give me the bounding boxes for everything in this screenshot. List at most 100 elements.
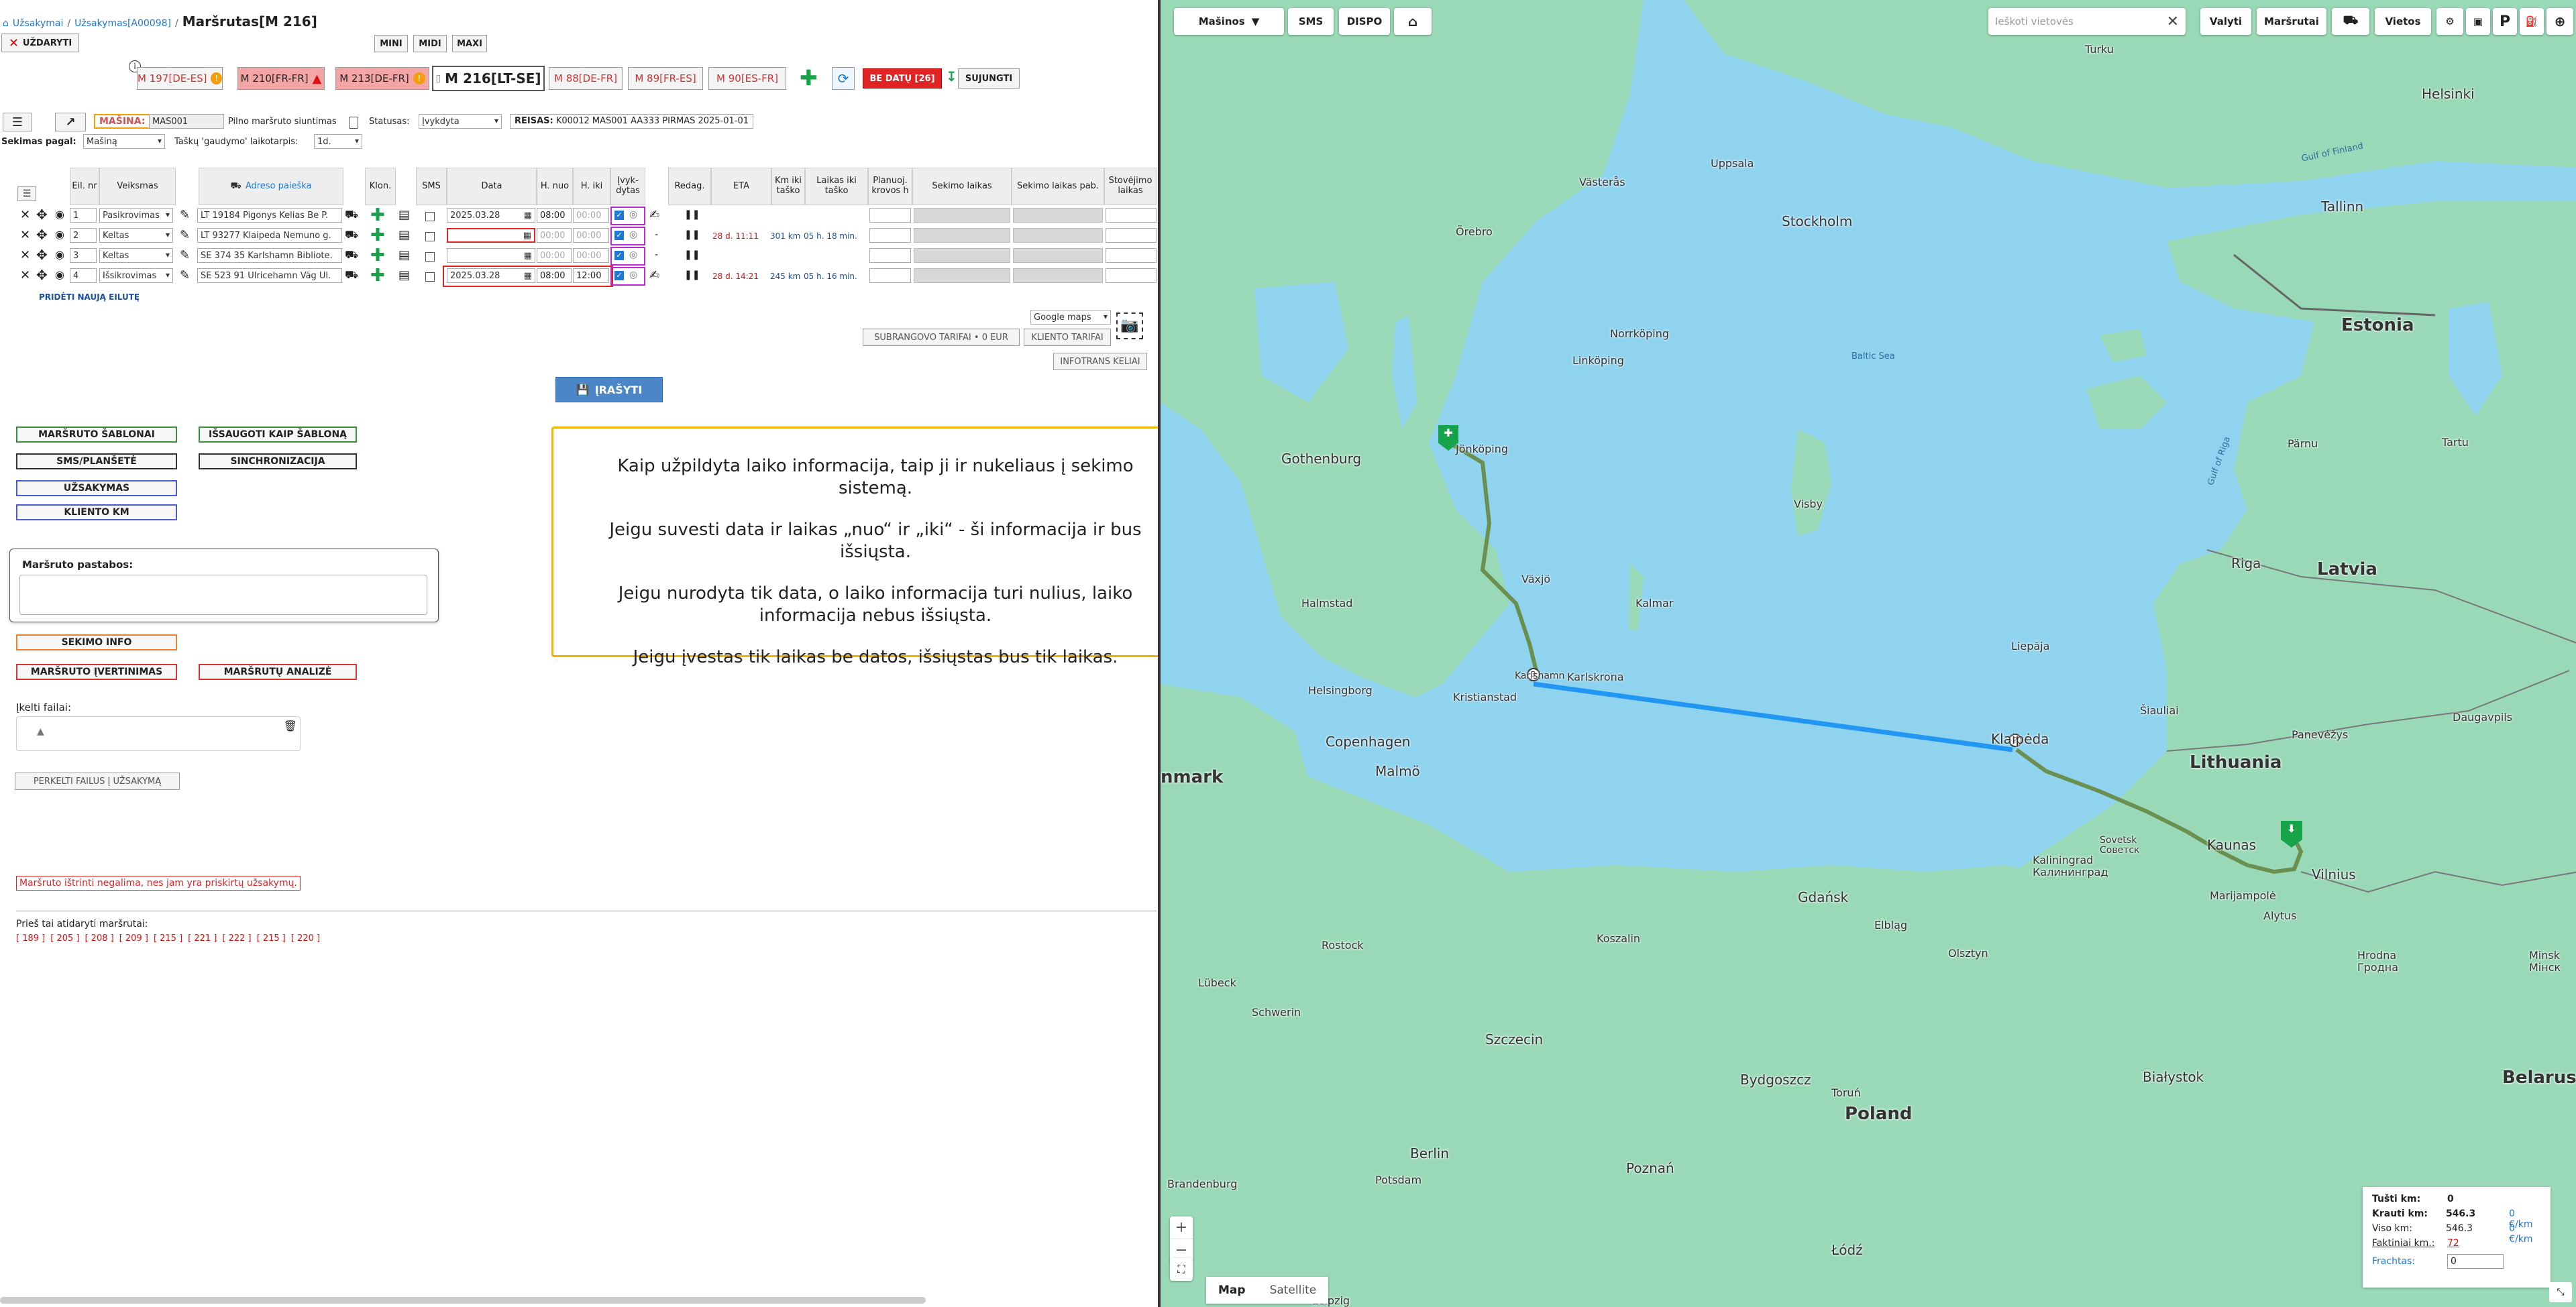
tracking-select[interactable]: Mašiną	[83, 134, 165, 149]
stat-value[interactable]: 72	[2447, 1238, 2459, 1253]
screenshot-icon[interactable]: 📷	[1116, 312, 1143, 339]
sms-checkbox[interactable]	[425, 252, 435, 262]
clone-plus-icon[interactable]: ✚	[370, 207, 385, 224]
map-routes-button[interactable]: Maršrutai	[2257, 8, 2326, 35]
add-route-icon[interactable]: ✚	[800, 67, 818, 89]
prev-route-link[interactable]: [ 222 ]	[222, 933, 251, 944]
note-icon[interactable]: ✍	[649, 268, 659, 282]
route-tab-5[interactable]: M 89[FR-ES]	[628, 67, 703, 90]
row-from[interactable]: 00:00	[537, 228, 572, 243]
sms-checkbox[interactable]	[425, 212, 435, 221]
move-files-button[interactable]: PERKELTI FAILUS Į UŽSAKYMĄ	[15, 773, 180, 790]
zoom-in-button[interactable]: +	[1170, 1216, 1193, 1239]
clipboard-icon[interactable]: ▤	[398, 208, 410, 222]
pause-icon[interactable]: ❚❚	[684, 249, 700, 260]
row-nr[interactable]: 4	[70, 268, 97, 283]
pause-icon[interactable]: ❚❚	[684, 209, 700, 220]
row-stop[interactable]	[1106, 228, 1157, 243]
clone-plus-icon[interactable]: ✚	[370, 267, 385, 284]
prev-route-link[interactable]: [ 221 ]	[188, 933, 217, 944]
map-places-button[interactable]: Vietos	[2375, 8, 2431, 35]
home-icon[interactable]: ⌂	[3, 18, 9, 29]
midi-button[interactable]: MIDI	[413, 35, 447, 52]
map-clear-button[interactable]: Valyti	[2200, 8, 2251, 35]
calendar-icon[interactable]: ▦	[524, 271, 532, 281]
clone-plus-icon[interactable]: ✚	[370, 227, 385, 244]
truck-icon[interactable]: ⛟	[345, 248, 358, 262]
row-date[interactable]: 2025.03.28 ▦	[447, 268, 535, 283]
row-stop[interactable]	[1106, 208, 1157, 223]
eye-icon[interactable]: ◎	[629, 229, 637, 240]
row-date[interactable]: ▦	[447, 248, 535, 263]
prev-route-link[interactable]: [ 209 ]	[119, 933, 148, 944]
route-tab-current[interactable]: ▯ M 216[LT-SE]	[432, 66, 545, 91]
move-row-icon[interactable]: ✥	[36, 267, 48, 283]
row-date[interactable]: ▦	[447, 228, 535, 243]
map-truck-button[interactable]: ⛟	[2332, 8, 2369, 35]
row-to[interactable]: 00:00	[573, 248, 609, 263]
fullscreen-button[interactable]: ⛶	[1170, 1258, 1193, 1281]
route-tab-0[interactable]: M 197[DE-ES] !	[137, 67, 223, 90]
map-search-input[interactable]: Ieškoti vietovės ✕	[1988, 8, 2186, 35]
freight-input[interactable]: 0	[2447, 1254, 2504, 1269]
view-icon[interactable]: ◉	[55, 208, 64, 221]
clear-search-icon[interactable]: ✕	[2167, 13, 2179, 30]
prev-route-link[interactable]: [ 215 ]	[154, 933, 182, 944]
row-action-select[interactable]: Išsikrovimas	[99, 268, 173, 283]
edit-pencil-icon[interactable]: ✎	[180, 248, 190, 262]
row-action-select[interactable]: Pasikrovimas	[99, 208, 173, 223]
map-panel[interactable]: ✚ ⬇ 3 2 Estonia Latvia Lithuania Poland …	[1158, 0, 2576, 1307]
row-from[interactable]: 08:00	[537, 208, 572, 223]
row-action-select[interactable]: Keltas	[99, 228, 173, 243]
truck-icon[interactable]: ⛟	[345, 228, 358, 242]
clone-plus-icon[interactable]: ✚	[370, 247, 385, 264]
row-nr[interactable]: 2	[70, 228, 97, 243]
move-row-icon[interactable]: ✥	[36, 227, 48, 243]
truck-icon[interactable]: ⛟	[345, 268, 358, 282]
map-home-button[interactable]: ⌂	[1394, 8, 1432, 35]
save-button[interactable]: 💾 ĮRAŠYTI	[555, 377, 663, 402]
analysis-button[interactable]: MARŠRUTŲ ANALIZĖ	[199, 664, 357, 680]
vehicles-dropdown[interactable]: Mašinos ▼	[1174, 8, 1284, 35]
move-row-icon[interactable]: ✥	[36, 207, 48, 223]
save-template-button[interactable]: IŠSAUGOTI KAIP ŠABLONĄ	[199, 427, 357, 443]
row-action-select[interactable]: Keltas	[99, 248, 173, 263]
sms-checkbox[interactable]	[425, 232, 435, 241]
row-from[interactable]: 08:00	[537, 268, 572, 283]
status-select[interactable]: Įvykdyta	[419, 114, 502, 129]
horizontal-scrollbar[interactable]	[0, 1297, 926, 1304]
row-date[interactable]: 2025.03.28 ▦	[447, 208, 535, 223]
row-nr[interactable]: 1	[70, 208, 97, 223]
order-button[interactable]: UŽSAKYMAS	[16, 480, 177, 496]
edit-pencil-icon[interactable]: ✎	[180, 208, 190, 222]
row-to[interactable]: 00:00	[573, 228, 609, 243]
note-icon[interactable]: ✍	[649, 208, 659, 222]
map-globe-button[interactable]: ⊕	[2546, 8, 2573, 35]
delete-row-icon[interactable]: ✕	[20, 268, 30, 282]
mini-button[interactable]: MINI	[374, 35, 408, 52]
done-checkbox[interactable]: ✓	[614, 271, 624, 280]
notes-textarea[interactable]	[19, 575, 427, 615]
chart-icon[interactable]: ↗	[55, 113, 86, 131]
add-row-link[interactable]: PRIDĖTI NAUJĄ EILUTĘ	[39, 292, 140, 302]
table-menu-icon[interactable]: ☰	[17, 186, 36, 201]
delete-row-icon[interactable]: ✕	[20, 208, 30, 222]
sms-tablet-button[interactable]: SMS/PLANŠETĖ	[16, 453, 177, 469]
row-nr[interactable]: 3	[70, 248, 97, 263]
done-checkbox[interactable]: ✓	[614, 251, 624, 260]
tracking-info-button[interactable]: SEKIMO INFO	[16, 634, 177, 650]
route-tab-1[interactable]: M 210[FR-FR] ▲	[237, 67, 325, 90]
breadcrumb-orders[interactable]: Užsakymai	[13, 18, 63, 29]
calendar-icon[interactable]: ▦	[523, 231, 531, 241]
pause-icon[interactable]: ❚❚	[684, 229, 700, 240]
map-hgv-button[interactable]: ▣	[2466, 8, 2490, 35]
prev-route-link[interactable]: [ 189 ]	[16, 933, 45, 944]
refresh-icon[interactable]: ⟳	[832, 67, 855, 90]
eye-icon[interactable]: ◎	[629, 249, 637, 260]
upload-dropzone[interactable]: ▲ 🗑	[16, 716, 301, 751]
route-tab-2[interactable]: M 213[DE-FR] !	[335, 67, 429, 90]
client-km-button[interactable]: KLIENTO KM	[16, 504, 177, 520]
clipboard-icon[interactable]: ▤	[398, 228, 410, 242]
pause-icon[interactable]: ❚❚	[684, 270, 700, 280]
route-tab-4[interactable]: M 88[DE-FR]	[549, 67, 623, 90]
